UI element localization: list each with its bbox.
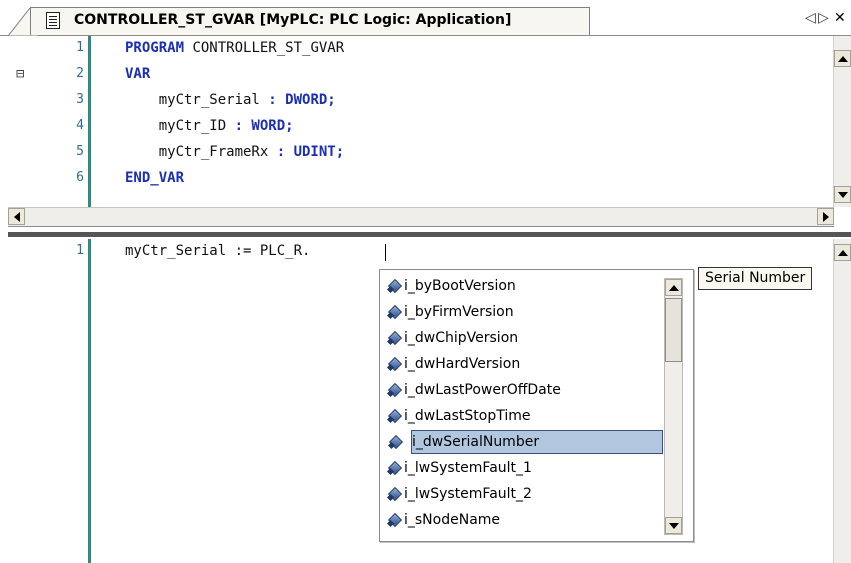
code-text: myCtr_ID : WORD; <box>125 118 294 134</box>
close-tab-icon[interactable]: ✕ <box>834 10 846 26</box>
code-line[interactable]: 2 ⊟ VAR <box>8 66 828 92</box>
line-number: 2 <box>76 66 84 81</box>
autocomplete-item[interactable]: i_dwLastStopTime <box>386 404 663 428</box>
member-tooltip: Serial Number <box>698 267 813 290</box>
autocomplete-item-label: i_byFirmVersion <box>404 304 514 320</box>
identifier-token: CONTROLLER_ST_GVAR <box>184 40 345 56</box>
autocomplete-item[interactable]: i_lwSystemFault_1 <box>386 456 663 480</box>
scroll-right-button[interactable] <box>817 208 834 225</box>
autocomplete-item[interactable]: i_dwSerialNumber <box>387 430 663 454</box>
code-line[interactable]: 3 myCtr_Serial : DWORD; <box>8 92 828 118</box>
line-number: 1 <box>76 40 84 55</box>
code-text: myCtr_Serial := PLC_R. <box>125 243 311 259</box>
autocomplete-item[interactable]: i_lwSystemFault_2 <box>386 482 663 506</box>
next-tab-icon[interactable]: ▷ <box>818 10 829 26</box>
autocomplete-item-label: i_dwChipVersion <box>404 330 519 346</box>
autocomplete-item-label: i_byBootVersion <box>404 278 516 294</box>
autocomplete-item-label: i_dwHardVersion <box>404 356 521 372</box>
scrollbar-thumb[interactable] <box>665 298 682 362</box>
variable-icon <box>386 460 403 476</box>
keyword-token: VAR <box>125 66 151 82</box>
code-line[interactable]: 4 myCtr_ID : WORD; <box>8 118 828 144</box>
autocomplete-item-label: i_dwSerialNumber <box>412 434 540 450</box>
code-line[interactable]: 1 PROGRAM CONTROLLER_ST_GVAR <box>8 40 828 66</box>
line-number: 4 <box>76 118 84 133</box>
code-line[interactable]: 6 END_VAR <box>8 170 828 196</box>
code-text: myCtr_FrameRx : UDINT; <box>125 144 344 160</box>
code-text: myCtr_Serial : DWORD; <box>125 92 336 108</box>
keyword-token: PROGRAM <box>125 40 185 56</box>
keyword-token: : UDINT; <box>276 144 345 160</box>
line-number: 1 <box>76 243 84 258</box>
scroll-up-button[interactable] <box>834 244 851 261</box>
autocomplete-list[interactable]: i_byBootVersion i_byFirmVersion i_dwChipVe… <box>379 269 694 542</box>
autocomplete-item-label: i_dwLastPowerOffDate <box>404 382 561 398</box>
autocomplete-item[interactable]: i_byBootVersion <box>386 274 663 298</box>
line-number: 3 <box>76 92 84 107</box>
autocomplete-item[interactable]: i_byFirmVersion <box>386 300 663 324</box>
variable-icon <box>386 486 403 502</box>
identifier-token: myCtr_ID <box>125 118 235 134</box>
variable-icon <box>386 304 403 320</box>
autocomplete-item-label: i_lwSystemFault_2 <box>404 486 532 502</box>
collapse-icon[interactable]: ⊟ <box>16 66 24 82</box>
autocomplete-item[interactable]: i_sNodeName <box>386 508 663 532</box>
autocomplete-scrollbar[interactable] <box>664 278 683 535</box>
text-caret <box>385 244 386 261</box>
variable-icon <box>386 278 403 294</box>
code-text: END_VAR <box>125 170 184 186</box>
line-number: 6 <box>76 170 84 185</box>
previous-tab-icon[interactable]: ◁ <box>805 10 816 26</box>
declaration-editor[interactable]: 1 PROGRAM CONTROLLER_ST_GVAR 2 ⊟ VAR 3 myCtr_… <box>8 36 851 207</box>
declaration-vertical-scrollbar[interactable] <box>833 36 851 207</box>
scroll-up-button[interactable] <box>834 50 851 67</box>
identifier-token: myCtr_FrameRx <box>125 144 277 160</box>
autocomplete-item-label: i_dwLastStopTime <box>404 408 531 424</box>
scroll-down-button[interactable] <box>834 186 851 203</box>
declaration-horizontal-scrollbar[interactable] <box>8 207 834 227</box>
autocomplete-item-label: i_lwSystemFault_1 <box>404 460 532 476</box>
implementation-vertical-scrollbar[interactable] <box>833 239 851 563</box>
scroll-left-button[interactable] <box>8 208 25 225</box>
code-text: VAR <box>125 66 150 82</box>
autocomplete-item[interactable]: i_dwLastPowerOffDate <box>386 378 663 402</box>
scroll-up-button[interactable] <box>665 279 682 296</box>
scroll-down-button[interactable] <box>665 517 682 534</box>
identifier-token: myCtr_Serial <box>125 92 269 108</box>
variable-icon <box>386 408 403 424</box>
keyword-token: END_VAR <box>125 170 185 186</box>
keyword-token: : WORD; <box>234 118 294 134</box>
gutter-divider <box>88 239 91 563</box>
keyword-token: : DWORD; <box>268 92 336 108</box>
tab-title: CONTROLLER_ST_GVAR [MyPLC: PLC Logic: Ap… <box>74 12 512 28</box>
document-icon <box>46 12 60 29</box>
autocomplete-item[interactable]: i_dwChipVersion <box>386 326 663 350</box>
autocomplete-item[interactable]: i_dwHardVersion <box>386 352 663 376</box>
variable-icon <box>386 382 403 398</box>
line-number-gutter <box>8 239 88 563</box>
code-line[interactable]: 1 myCtr_Serial := PLC_R. <box>8 243 828 269</box>
variable-icon <box>386 356 403 372</box>
autocomplete-item-label: i_sNodeName <box>404 512 501 528</box>
line-number: 5 <box>76 144 84 159</box>
code-line[interactable]: 5 myCtr_FrameRx : UDINT; <box>8 144 828 170</box>
variable-icon <box>386 512 403 528</box>
code-text: PROGRAM CONTROLLER_ST_GVAR <box>125 40 344 56</box>
pane-splitter[interactable] <box>8 232 851 237</box>
variable-icon <box>387 434 404 450</box>
variable-icon <box>386 330 403 346</box>
